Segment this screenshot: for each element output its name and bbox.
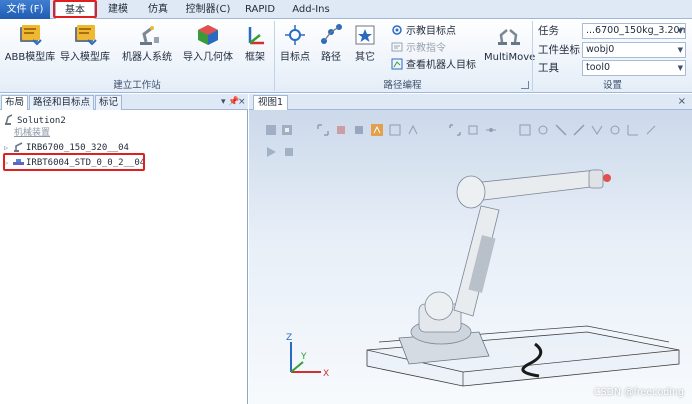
import-geometry-button[interactable]: 导入几何体 xyxy=(180,21,236,77)
tab-simulation[interactable]: 仿真 xyxy=(140,0,176,19)
ribbon-tab-bar: 文件 (F) 基本 建模 仿真 控制器(C) RAPID Add-Ins xyxy=(0,0,692,20)
group-label-path-programming: 路径编程 xyxy=(383,80,422,91)
tree-item-track[interactable]: ▷ IRBT6004_STD_0_0_2__04 xyxy=(4,156,145,169)
import-library-label: 导入模型库 xyxy=(60,52,110,63)
workobject-value: wobj0 xyxy=(586,44,615,55)
frame-label: 框架 xyxy=(245,52,265,63)
robot-arm-icon xyxy=(140,26,159,45)
multimove-button[interactable]: MultiMove xyxy=(484,21,536,77)
import-geometry-label: 导入几何体 xyxy=(183,52,233,63)
watermark: CSDN @freecoding xyxy=(593,387,684,398)
other-star-icon xyxy=(355,25,375,45)
target-label: 目标点 xyxy=(280,52,310,63)
target-point-icon xyxy=(285,25,305,45)
robot-scene: Z Y X xyxy=(286,169,680,387)
tab-view1[interactable]: 视图1 xyxy=(253,95,289,110)
track-icon xyxy=(13,159,24,165)
z-axis-label: Z xyxy=(286,333,292,343)
teach-target-icon xyxy=(392,25,402,35)
tab-modeling[interactable]: 建模 xyxy=(100,0,136,19)
tab-file[interactable]: 文件 (F) xyxy=(0,0,50,19)
group-label-settings: 设置 xyxy=(602,80,622,91)
tree-item-robot-label: IRB6700_150_320__04 xyxy=(26,143,129,153)
tab-tags[interactable]: 标记 xyxy=(95,95,123,110)
tab-basic[interactable]: 基本 xyxy=(55,0,95,20)
path-button[interactable]: 路径 xyxy=(316,21,346,77)
tool-value: tool0 xyxy=(586,62,611,73)
tree-root[interactable]: Solution2 xyxy=(4,114,66,127)
path-icon xyxy=(321,24,342,44)
other-button[interactable]: 其它 xyxy=(350,21,380,77)
robot-elbow xyxy=(456,175,486,209)
robot-arm-icon xyxy=(14,142,23,152)
teach-instruction-button[interactable]: 示教指令 xyxy=(391,41,446,57)
x-axis-label: X xyxy=(323,369,329,379)
station-icon xyxy=(5,114,13,125)
tab-paths-targets[interactable]: 路径和目标点 xyxy=(29,95,95,110)
library-book-icon xyxy=(20,25,42,46)
group-label-build-station: 建立工作站 xyxy=(113,80,161,91)
robot-system-button[interactable]: 机器人系统 xyxy=(118,21,176,77)
teach-target-label: 示教目标点 xyxy=(406,26,456,37)
tool-dropdown[interactable]: tool0 ▼ xyxy=(582,60,686,76)
task-value: ...6700_150kg_3.20m) xyxy=(586,25,686,36)
teach-instruction-label: 示教指令 xyxy=(406,43,446,54)
close-icon[interactable]: × xyxy=(678,95,686,109)
view-robot-target-label: 查看机器人目标 xyxy=(406,60,476,71)
tree-item-track-label: IRBT6004_STD_0_0_2__04 xyxy=(26,158,146,168)
abb-library-button[interactable]: ABB模型库 xyxy=(4,21,56,77)
multimove-robots-icon xyxy=(498,29,520,45)
robot-system-label: 机器人系统 xyxy=(122,52,172,63)
expand-icon[interactable]: ▷ xyxy=(4,157,13,170)
abb-library-label: ABB模型库 xyxy=(4,52,56,63)
layout-panel: 布局 路径和目标点 标记 ▾ 📌 × Solution2 机械装置 ▷ IRB67… xyxy=(0,94,248,404)
tab-addins[interactable]: Add-Ins xyxy=(288,0,334,19)
tree-root-label: Solution2 xyxy=(17,116,66,126)
import-library-button[interactable]: 导入模型库 xyxy=(57,21,113,77)
chevron-down-icon: ▼ xyxy=(677,27,683,35)
y-axis-label: Y xyxy=(300,352,307,362)
chevron-down-icon: ▼ xyxy=(677,46,683,54)
expand-icon[interactable]: ▷ xyxy=(4,142,13,155)
robot-shoulder xyxy=(424,291,454,321)
tree-item-robot[interactable]: ▷ IRB6700_150_320__04 xyxy=(4,141,129,154)
teach-instruction-icon xyxy=(391,42,403,52)
frame-button[interactable]: 框架 xyxy=(238,21,272,77)
ribbon-panel: ABB模型库 导入模型库 机器人系统 导入几何体 框架 建立工作站 目标点 路径… xyxy=(0,19,692,93)
view-panel: 视图1 × Z Y X CSDN @freecoding xyxy=(249,94,692,404)
import-library-icon xyxy=(75,25,97,46)
workobject-label: 工件坐标 xyxy=(538,44,580,56)
close-icon[interactable]: × xyxy=(238,95,246,109)
view-tab-bar: 视图1 × xyxy=(249,94,692,110)
frame-axes-icon xyxy=(248,27,264,45)
3d-viewport[interactable]: Z Y X CSDN @freecoding xyxy=(249,110,692,404)
view-robot-target-button[interactable]: 查看机器人目标 xyxy=(391,58,476,74)
task-dropdown[interactable]: ...6700_150kg_3.20m) ▼ xyxy=(582,23,686,39)
multimove-label: MultiMove xyxy=(484,52,536,63)
path-label: 路径 xyxy=(321,52,341,63)
y-axis xyxy=(290,361,304,373)
robot-flange xyxy=(603,174,611,182)
target-button[interactable]: 目标点 xyxy=(277,21,313,77)
task-label: 任务 xyxy=(538,25,559,37)
tab-rapid[interactable]: RAPID xyxy=(240,0,280,19)
geometry-cube-icon xyxy=(198,25,218,45)
path-programming-launcher[interactable] xyxy=(521,81,529,89)
tab-controller[interactable]: 控制器(C) xyxy=(183,0,233,19)
pin-dropdown-icon[interactable]: ▾ 📌 xyxy=(221,95,240,109)
chevron-down-icon: ▼ xyxy=(677,64,683,72)
workobject-dropdown[interactable]: wobj0 ▼ xyxy=(582,42,686,58)
view-robot-target-icon xyxy=(391,58,403,70)
layout-panel-tabs: 布局 路径和目标点 标记 ▾ 📌 × xyxy=(0,94,248,110)
tab-layout[interactable]: 布局 xyxy=(1,95,29,110)
robot-wrist xyxy=(588,169,604,189)
other-label: 其它 xyxy=(355,52,375,63)
tool-label: 工具 xyxy=(538,62,559,74)
tree-section-mechanisms: 机械装置 xyxy=(14,128,51,138)
teach-target-button[interactable]: 示教目标点 xyxy=(391,24,456,40)
